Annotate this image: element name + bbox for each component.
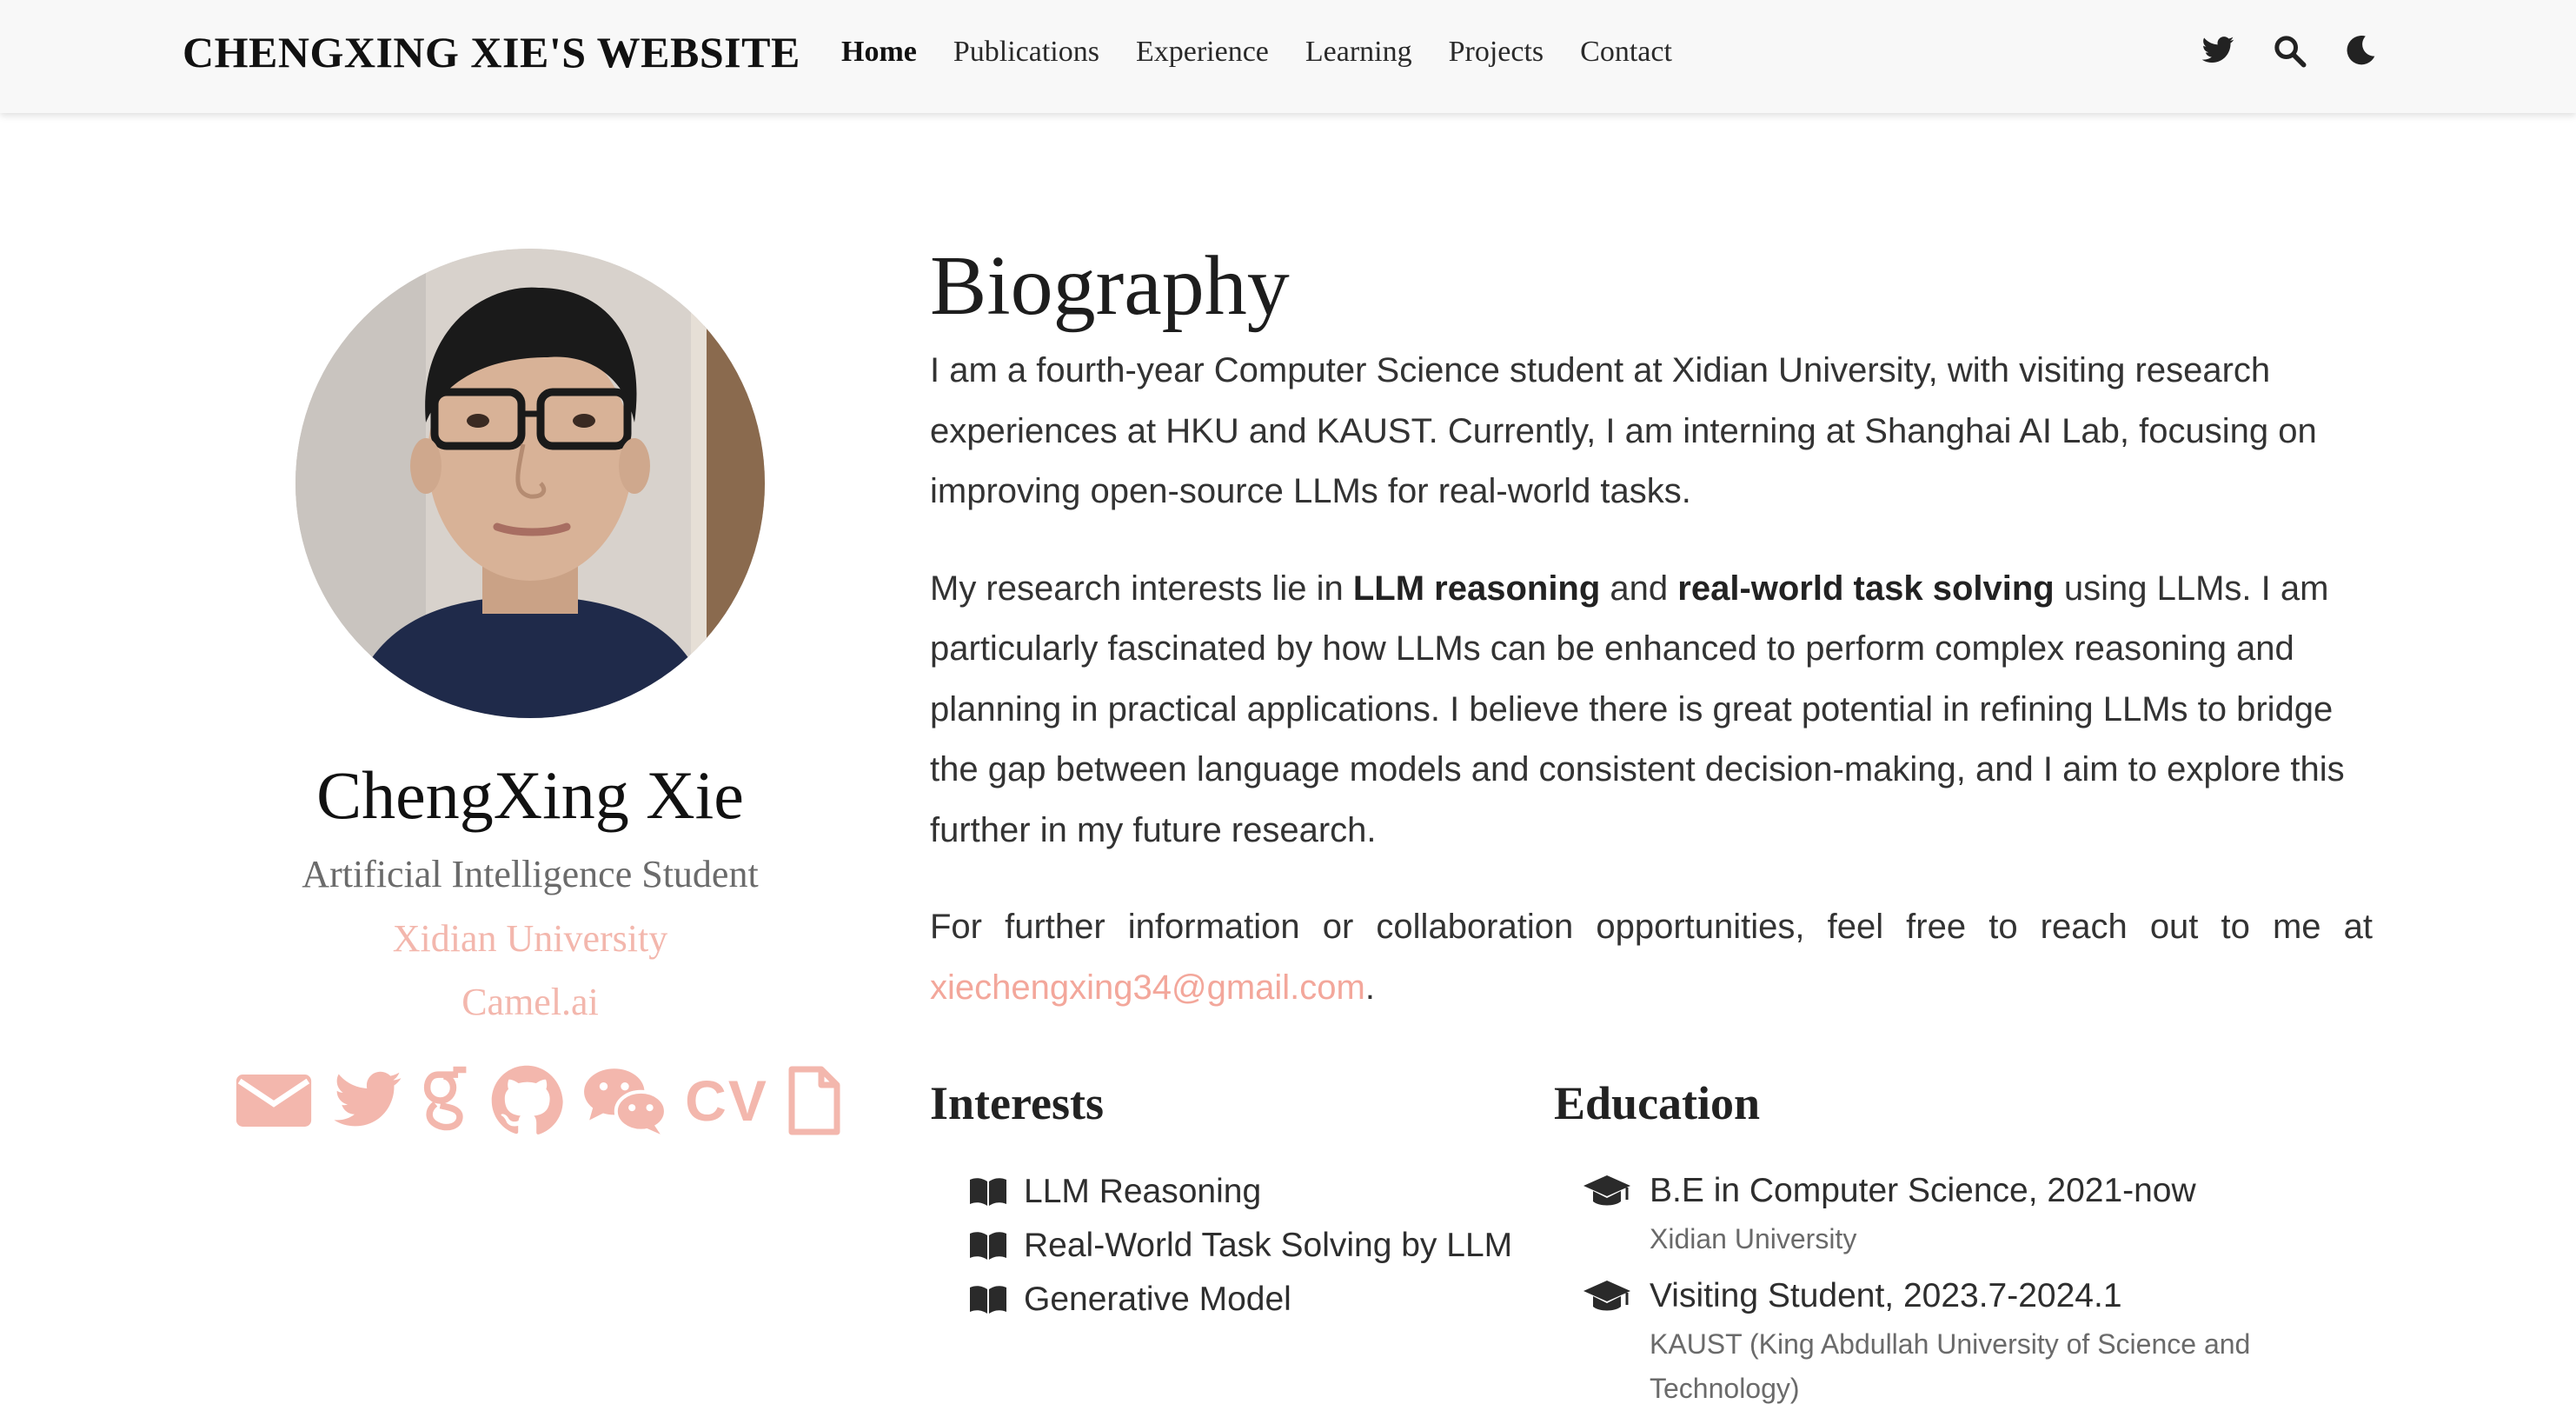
bio-text: and [1600,569,1678,608]
wechat-icon[interactable] [582,1064,668,1137]
education-title: Visiting Student, 2023.7-2024.1 [1650,1277,2122,1314]
github-icon[interactable] [488,1064,565,1137]
bio-text: My research interests lie in [930,569,1353,608]
interest-label: Generative Model [1024,1281,1291,1318]
document-icon[interactable] [786,1064,843,1137]
list-item: LLM Reasoning [930,1165,1538,1219]
email-icon[interactable] [235,1064,313,1137]
education-institution: KAUST (King Abdullah University of Scien… [1650,1328,2251,1404]
profile-role: Artificial Intelligence Student [302,853,759,895]
bio-paragraph-2: My research interests lie in LLM reasoni… [930,559,2373,862]
interest-label: LLM Reasoning [1024,1173,1262,1210]
graduation-cap-icon [1582,1277,1632,1317]
biography-heading: Biography [930,239,1290,333]
twitter-icon[interactable] [2201,33,2235,68]
nav-icons [2201,30,2378,71]
bio-text: using LLMs. I am particularly fascinated… [930,569,2345,849]
interest-label: Real-World Task Solving by LLM [1024,1227,1513,1264]
interests-section: Interests LLM Reasoning Real-World Task … [930,1076,1538,1327]
education-heading: Education [1554,1077,1761,1129]
cv-icon[interactable]: CV [685,1064,768,1137]
social-links: CV [235,1059,843,1142]
nav-links: Home Publications Experience Learning Pr… [841,26,1709,78]
book-icon [968,1230,1008,1261]
moon-icon[interactable] [2343,33,2378,68]
bio-paragraph-3: For further information or collaboration… [930,897,2373,1018]
education-section: Education B.E in Computer Science, 2021-… [1554,1076,2423,1420]
education-institution: Xidian University [1650,1223,1857,1254]
nav-publications[interactable]: Publications [953,36,1099,69]
avatar [295,249,765,718]
book-icon [968,1176,1008,1208]
google-scholar-icon[interactable] [422,1064,471,1137]
org-link-xidian[interactable]: Xidian University [174,916,886,961]
bio-highlight-llm-reasoning: LLM reasoning [1352,569,1601,608]
org-link-camel[interactable]: Camel.ai [174,980,886,1024]
twitter-icon[interactable] [330,1064,405,1137]
nav-projects[interactable]: Projects [1449,36,1544,69]
nav-contact[interactable]: Contact [1580,36,1672,69]
list-item: Visiting Student, 2023.7-2024.1 KAUST (K… [1554,1270,2423,1411]
interests-heading: Interests [930,1077,1104,1129]
list-item: Generative Model [930,1273,1538,1327]
list-item: B.E in Computer Science, 2021-now Xidian… [1554,1165,2423,1261]
bio-paragraph-1: I am a fourth-year Computer Science stud… [930,351,2317,510]
book-icon [968,1284,1008,1315]
search-icon[interactable] [2272,33,2307,68]
list-item: Real-World Task Solving by LLM [930,1219,1538,1273]
graduation-cap-icon [1582,1172,1632,1212]
bio-text: For further information or collaboration… [930,908,2373,946]
education-title: B.E in Computer Science, 2021-now [1650,1172,2196,1209]
biography-section: Biography I am a fourth-year Computer Sc… [930,235,2373,1018]
nav-home[interactable]: Home [841,36,917,69]
bio-highlight-task-solving: real-world task solving [1677,569,2055,608]
bio-text: . [1364,968,1375,1007]
profile-name: ChengXing Xie [316,757,744,833]
top-navbar: CHENGXING XIE'S WEBSITE Home Publication… [0,0,2576,113]
email-link[interactable]: xiechengxing34@gmail.com [930,968,1365,1007]
site-brand[interactable]: CHENGXING XIE'S WEBSITE [183,24,800,80]
nav-experience[interactable]: Experience [1136,36,1269,69]
nav-learning[interactable]: Learning [1305,36,1412,69]
